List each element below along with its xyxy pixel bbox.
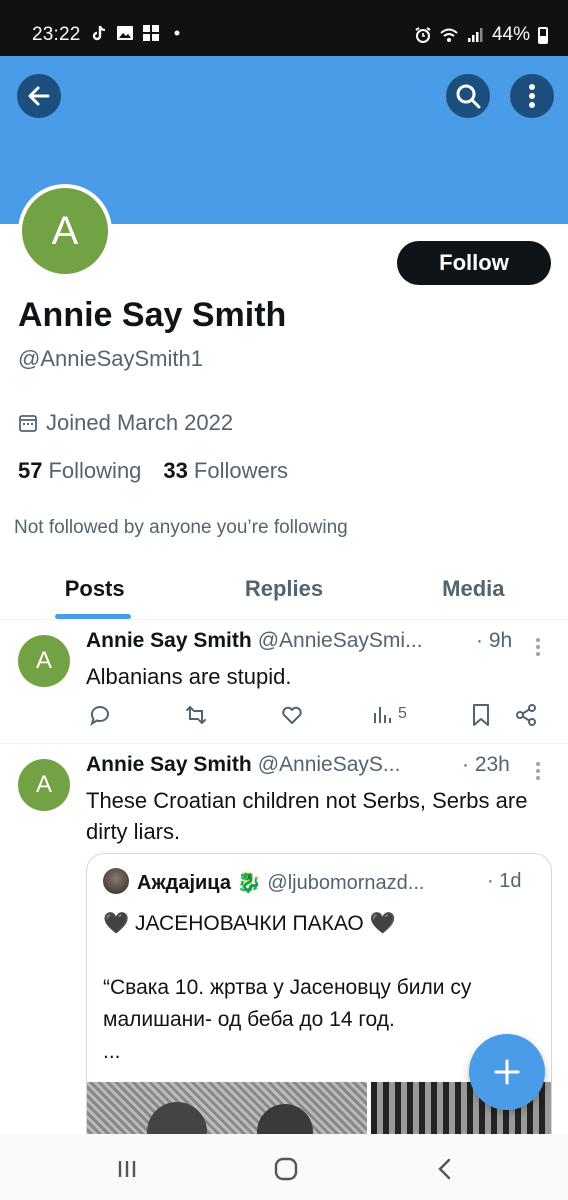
followers-label: Followers — [193, 458, 289, 483]
compose-button[interactable] — [469, 1034, 545, 1110]
image-icon — [117, 26, 133, 40]
more-options-button[interactable] — [510, 74, 554, 118]
active-tab-indicator — [55, 614, 131, 619]
signal-icon — [467, 28, 483, 42]
like-button[interactable] — [280, 703, 304, 727]
post-more-icon[interactable] — [534, 637, 542, 657]
reply-button[interactable] — [88, 703, 112, 727]
quote-header: Аждајица 🐉 @ljubomornazd... — [137, 870, 537, 895]
display-name: Annie Say Smith — [18, 296, 287, 334]
post-author-name[interactable]: Annie Say Smith — [86, 753, 252, 776]
share-button[interactable] — [514, 703, 538, 727]
recent-apps-button[interactable] — [112, 1154, 142, 1184]
notification-icons — [90, 24, 186, 42]
search-button[interactable] — [446, 74, 490, 118]
bookmark-icon — [473, 704, 489, 726]
views-count: 5 — [398, 705, 407, 722]
post-author-name[interactable]: Annie Say Smith — [86, 629, 252, 652]
followers-link[interactable]: 33 Followers — [163, 458, 288, 484]
recent-apps-icon — [118, 1161, 136, 1177]
more-vertical-icon — [529, 84, 535, 108]
dot-icon — [174, 30, 180, 36]
post-avatar[interactable]: A — [18, 759, 70, 811]
home-icon — [274, 1157, 298, 1181]
status-bar: 23:22 44% — [0, 0, 568, 56]
tab-posts[interactable]: Posts — [0, 560, 189, 619]
tab-replies[interactable]: Replies — [189, 560, 378, 619]
wifi-icon — [440, 28, 458, 42]
post-time: · 23h — [462, 753, 510, 776]
calendar-icon — [19, 415, 37, 432]
profile-handle: @AnnieSaySmith1 — [18, 346, 203, 371]
repost-button[interactable] — [184, 703, 208, 727]
views-icon — [374, 707, 391, 723]
tiktok-icon — [92, 25, 106, 41]
following-count: 57 — [18, 458, 43, 483]
reply-icon — [90, 706, 109, 726]
joined-text: Joined March 2022 — [46, 410, 234, 435]
quote-avatar[interactable] — [103, 868, 129, 894]
plus-icon — [494, 1059, 520, 1085]
arrow-left-icon — [28, 86, 50, 106]
alarm-icon — [415, 27, 431, 43]
quote-author-handle: @ljubomornazd... — [267, 872, 425, 894]
battery-percent: 44% — [491, 24, 530, 45]
quote-line: 🖤 ЈАСЕНОВАЧКИ ПАКАО 🖤 — [103, 912, 396, 935]
bookmark-button[interactable] — [470, 703, 492, 727]
system-nav-bar — [0, 1134, 568, 1200]
quote-line: “Свака 10. жртва у Јасеновцу били су мал… — [103, 976, 472, 1031]
followers-count: 33 — [163, 458, 188, 483]
tab-media[interactable]: Media — [379, 560, 568, 619]
post-text: Albanians are stupid. — [86, 664, 292, 689]
back-button[interactable] — [17, 74, 61, 118]
post-text: These Croatian children not Serbs, Serbs… — [86, 788, 528, 844]
post-author-handle[interactable]: @AnnieSaySmi... — [258, 629, 423, 652]
heart-icon — [282, 706, 302, 724]
status-time: 23:22 — [32, 24, 81, 45]
following-link[interactable]: 57 Following — [18, 458, 141, 484]
quoted-post[interactable]: Аждајица 🐉 @ljubomornazd... · 1d 🖤 ЈАСЕНО… — [86, 853, 552, 1173]
search-icon — [456, 84, 481, 109]
home-button[interactable] — [271, 1154, 301, 1184]
profile-tabs: Posts Replies Media — [0, 560, 568, 620]
post-author-handle[interactable]: @AnnieSayS... — [258, 753, 401, 776]
windows-icon — [143, 25, 159, 41]
quote-text: 🖤 ЈАСЕНОВАЧКИ ПАКАО 🖤 “Свака 10. жртва у… — [103, 908, 543, 1068]
follow-button[interactable]: Follow — [397, 241, 551, 285]
profile-avatar[interactable]: A — [18, 184, 112, 278]
post-header: Annie Say Smith @AnnieSaySmi... — [86, 629, 524, 653]
quote-author-name: Аждајица 🐉 — [137, 872, 262, 894]
follow-stats: 57 Following 33 Followers — [18, 458, 288, 484]
post-time: · 9h — [476, 629, 513, 652]
post-actions: 5 — [86, 703, 546, 731]
post-avatar[interactable]: A — [18, 635, 70, 687]
post-header: Annie Say Smith @AnnieSayS... — [86, 753, 524, 777]
nav-back-button[interactable] — [430, 1154, 460, 1184]
repost-icon — [186, 706, 206, 724]
back-icon — [438, 1158, 451, 1180]
post-more-icon[interactable] — [534, 761, 542, 781]
joined-date: Joined March 2022 — [18, 410, 233, 436]
system-icons: 44% — [414, 24, 548, 46]
quote-time: · 1d — [487, 870, 522, 892]
post[interactable]: A Annie Say Smith @AnnieSaySmi... · 9h Al… — [0, 621, 568, 744]
not-followed-notice: Not followed by anyone you’re following — [14, 517, 348, 538]
battery-icon — [538, 26, 548, 44]
views-button[interactable]: 5 — [372, 703, 407, 725]
share-icon — [516, 704, 536, 726]
following-label: Following — [48, 458, 142, 483]
